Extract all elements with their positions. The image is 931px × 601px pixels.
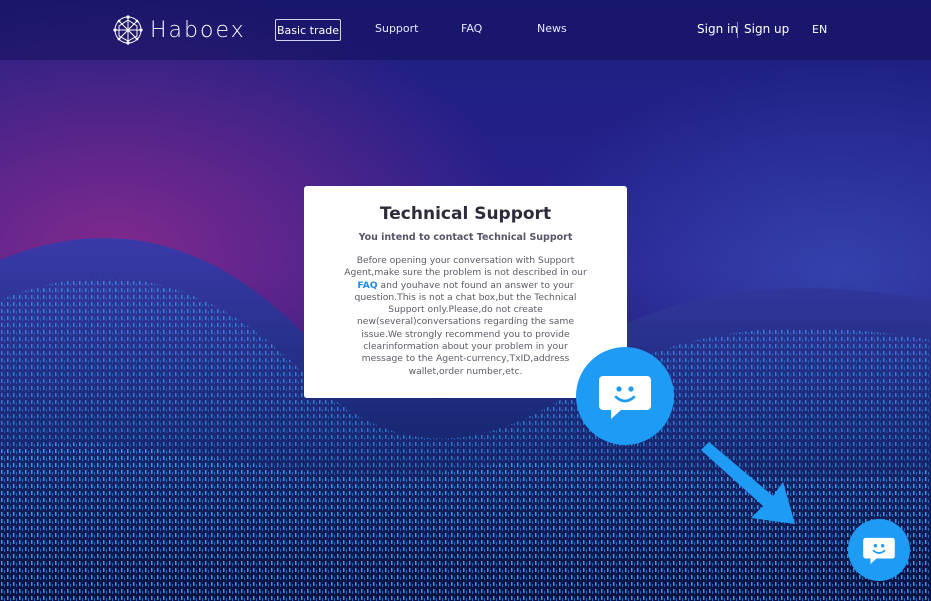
nav-faq[interactable]: FAQ xyxy=(461,22,482,35)
language-selector[interactable]: EN xyxy=(812,23,827,36)
chat-smile-icon xyxy=(863,537,895,564)
nav-news[interactable]: News xyxy=(537,22,567,35)
technical-support-dialog: Technical Support You intend to contact … xyxy=(304,186,627,398)
dialog-body-text-continued: and youhave not found an answer to your … xyxy=(354,279,577,377)
faq-link[interactable]: FAQ xyxy=(357,280,377,291)
chat-support-button[interactable] xyxy=(848,519,910,581)
nav-basic-trade[interactable]: Basic trade xyxy=(275,19,341,41)
chat-smile-icon xyxy=(599,376,651,419)
network-globe-icon xyxy=(113,15,143,45)
dialog-body-text: Before opening your conversation with Su… xyxy=(344,255,587,279)
logo-text: Haboex xyxy=(150,17,246,43)
chat-bubble-illustration xyxy=(576,347,674,445)
arrow-down-right-icon xyxy=(701,442,795,524)
sign-up-link[interactable]: Sign up xyxy=(744,22,789,36)
top-nav-bar: Haboex Basic trade Support FAQ News Sign… xyxy=(0,0,931,60)
dialog-title: Technical Support xyxy=(379,204,552,224)
logo[interactable]: Haboex xyxy=(112,14,246,46)
dialog-body: Before opening your conversation with Su… xyxy=(342,255,589,378)
nav-divider xyxy=(737,22,738,38)
nav-support[interactable]: Support xyxy=(375,22,418,35)
sign-in-link[interactable]: Sign in xyxy=(697,22,738,36)
dialog-subtitle: You intend to contact Technical Support xyxy=(358,232,573,243)
